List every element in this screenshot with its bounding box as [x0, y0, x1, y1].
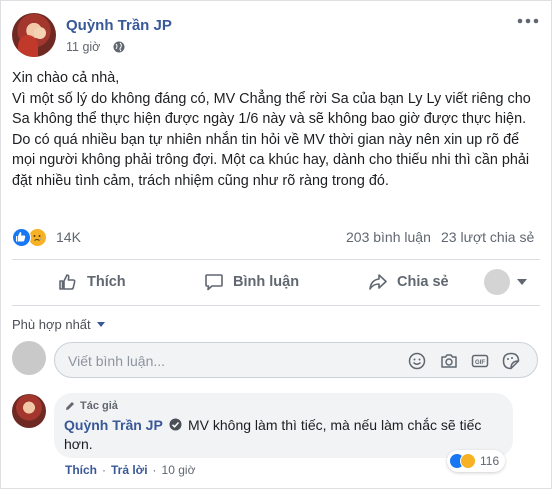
- share-icon: [369, 274, 387, 290]
- like-reaction-icon[interactable]: [12, 228, 31, 247]
- camera-icon[interactable]: [440, 352, 458, 370]
- comment-label: Bình luận: [233, 274, 300, 290]
- comment-button[interactable]: Bình luận: [203, 267, 299, 297]
- comment-time[interactable]: 10 giờ: [162, 463, 196, 477]
- post-text-line: Do có quá nhiều bạn tự nhiên nhắn tin hỏ…: [12, 131, 530, 189]
- comment-count[interactable]: 203 bình luận: [346, 229, 431, 245]
- comment-like-link[interactable]: Thích: [65, 463, 97, 477]
- comment-reply-link[interactable]: Trả lời: [111, 463, 148, 477]
- share-label: Chia sẻ: [397, 274, 449, 290]
- svg-text:GIF: GIF: [475, 360, 485, 366]
- viewer-avatar[interactable]: [484, 269, 510, 295]
- comment-text: MV không làm thì tiếc, mà nếu làm chắc s…: [188, 417, 482, 433]
- author-name[interactable]: Quỳnh Trần JP: [66, 17, 172, 34]
- comment-input[interactable]: Viết bình luận... GIF: [54, 342, 538, 378]
- comment-sort-dropdown[interactable]: Phù hợp nhất: [12, 317, 105, 332]
- chevron-down-icon: [96, 322, 105, 327]
- like-button[interactable]: Thích: [57, 267, 126, 297]
- comment-text-continued: hơn.: [64, 436, 93, 452]
- sad-reaction-icon: [460, 453, 476, 469]
- separator: ·: [102, 463, 106, 477]
- more-icon[interactable]: [516, 16, 540, 26]
- author-avatar[interactable]: [12, 13, 56, 57]
- globe-icon[interactable]: [113, 41, 125, 53]
- share-button[interactable]: Chia sẻ: [367, 267, 449, 297]
- reaction-count[interactable]: 14K: [56, 229, 81, 245]
- divider: [12, 259, 540, 260]
- comment-input-placeholder: Viết bình luận...: [68, 353, 166, 369]
- gif-icon[interactable]: GIF: [471, 352, 489, 370]
- post-text-line: Xin chào cả nhà,: [12, 70, 120, 86]
- chevron-down-icon[interactable]: [517, 279, 527, 285]
- sort-label: Phù hợp nhất: [12, 317, 91, 332]
- post-text: Xin chào cả nhà, Vì một số lý do không đ…: [12, 68, 542, 191]
- post-text-line: Vì một số lý do không đáng có, MV Chẳng …: [12, 90, 531, 128]
- post-time[interactable]: 11 giờ: [66, 40, 100, 54]
- comment-reactions[interactable]: 116: [447, 450, 506, 472]
- thumbs-up-icon: [59, 274, 76, 290]
- comment-actions: Thích · Trả lời · 10 giờ: [65, 463, 195, 477]
- divider: [12, 305, 540, 306]
- viewer-comment-avatar[interactable]: [12, 341, 46, 375]
- author-tag-label: Tác giả: [80, 400, 118, 412]
- commenter-avatar[interactable]: [12, 394, 46, 428]
- comment-icon: [205, 274, 223, 291]
- verified-icon: [169, 418, 182, 431]
- pencil-icon: [66, 402, 74, 410]
- like-label: Thích: [87, 274, 126, 290]
- share-count[interactable]: 23 lượt chia sẻ: [441, 229, 534, 245]
- sticker-icon[interactable]: [502, 352, 520, 370]
- emoji-icon[interactable]: [408, 352, 426, 370]
- commenter-name[interactable]: Quỳnh Trần JP: [64, 417, 163, 433]
- author-tag: Tác giả: [64, 400, 118, 412]
- separator: ·: [152, 463, 157, 477]
- comment-bubble: Tác giả Quỳnh Trần JP MV không làm thì t…: [54, 393, 513, 458]
- comment-reaction-count: 116: [480, 454, 500, 468]
